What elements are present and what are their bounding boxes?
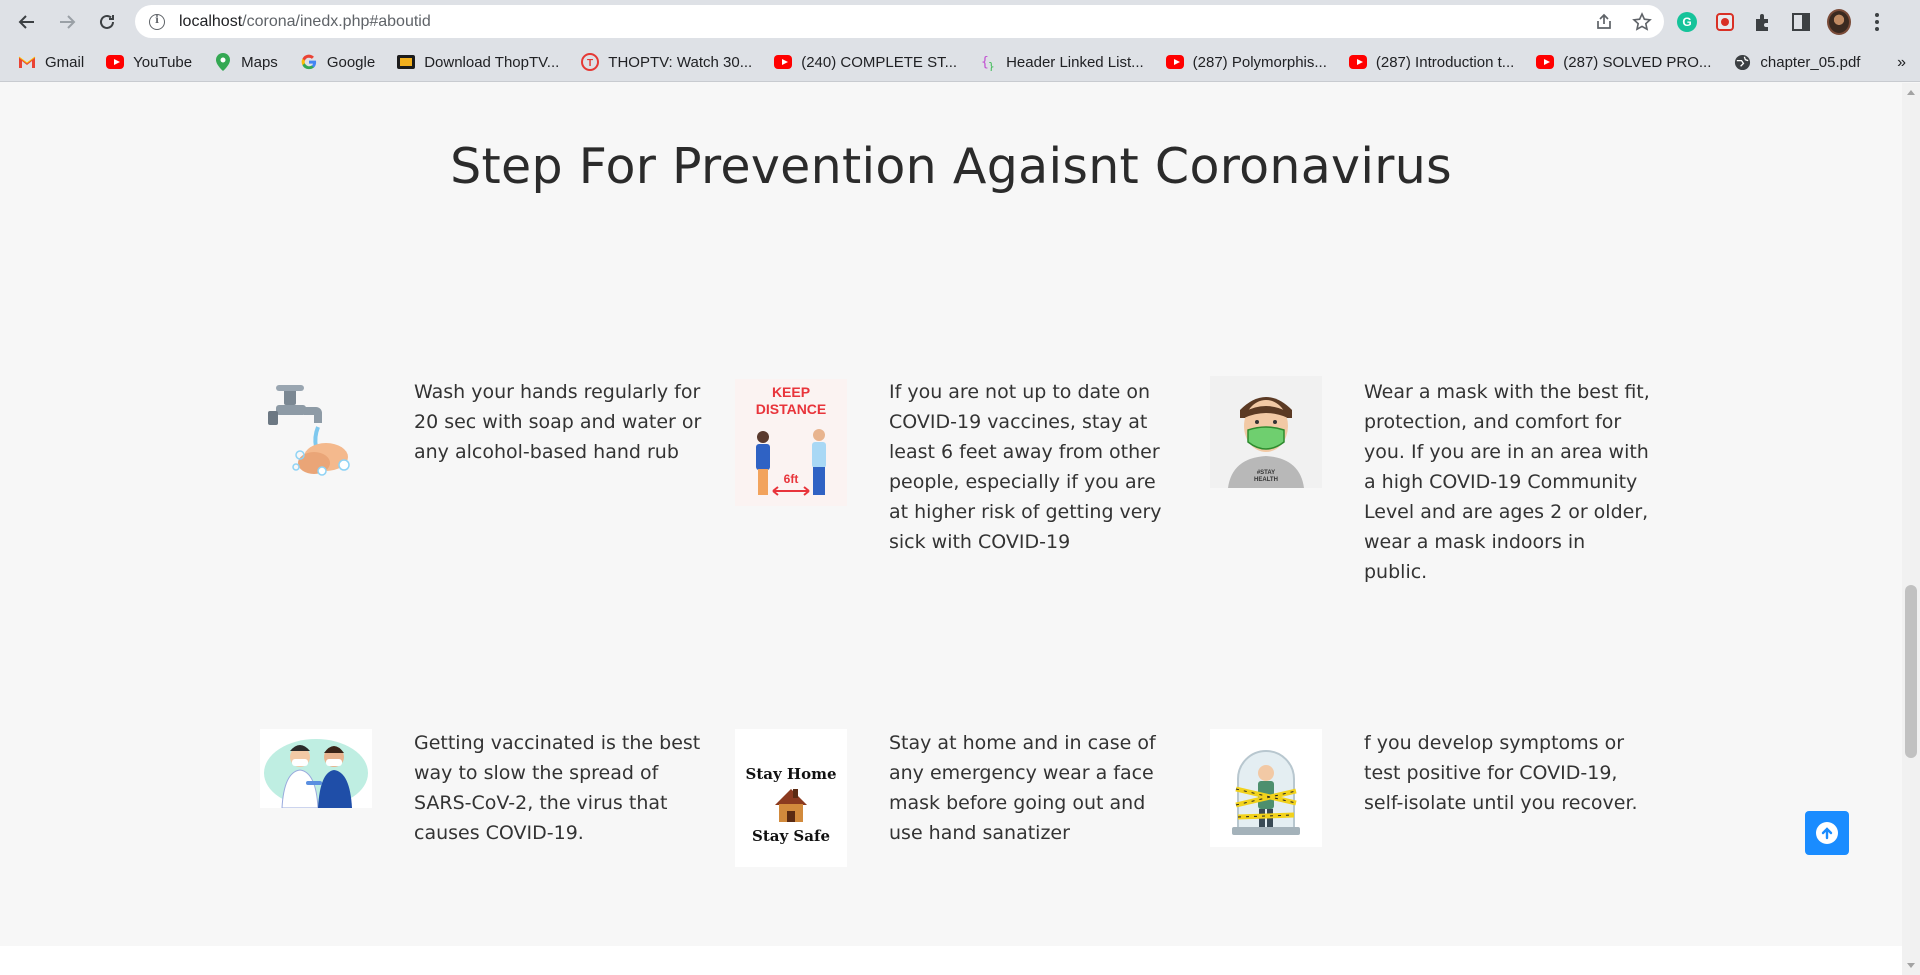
page-content: Step For Prevention Agaisnt Coronavirus … [0, 83, 1902, 975]
bookmarks-overflow-button[interactable]: » [1897, 43, 1906, 82]
extension-red[interactable] [1713, 10, 1737, 34]
prevention-text-1: Wash your hands regularly for 20 sec wit… [414, 381, 702, 463]
svg-text:}: } [988, 60, 995, 71]
scroll-to-top-button[interactable] [1805, 811, 1849, 855]
globe-icon [1733, 53, 1751, 71]
vertical-scrollbar[interactable] [1902, 83, 1920, 975]
bookmark-label: YouTube [133, 53, 193, 71]
mask-man-image: #STAY HEALTH [1210, 376, 1322, 488]
bookmarks-bar: Gmail YouTube Maps Google Download ThopTV...… [0, 43, 1920, 82]
bookmark-label: Download ThopTV... [424, 53, 560, 71]
bookmark-label: Google [326, 53, 376, 71]
thoptv-icon [397, 53, 416, 71]
keep-distance-image: KEEP DISTANCE 6ft [735, 379, 847, 506]
google-icon [300, 53, 318, 71]
bookmark-item[interactable]: chapter_05.pdf [1733, 53, 1860, 71]
side-panel-icon [1792, 12, 1810, 31]
avatar [1827, 8, 1851, 35]
bookmark-item[interactable]: Maps [214, 53, 278, 71]
profile-button[interactable] [1827, 8, 1851, 35]
stay-safe-label: Stay Safe [752, 827, 830, 845]
health-label: HEALTH [1254, 477, 1278, 483]
youtube-icon [774, 53, 793, 71]
url-path: /corona/inedx.php#aboutid [242, 12, 431, 30]
distance-label: DISTANCE [756, 401, 827, 417]
vaccination-image [260, 729, 372, 808]
bookmark-item[interactable]: YouTube [106, 53, 192, 71]
youtube-icon [1165, 53, 1184, 71]
svg-text:T: T [587, 58, 593, 69]
six-ft-label: 6ft [784, 472, 799, 486]
gmail-icon [18, 53, 36, 71]
prevention-text-3: Wear a mask with the best fit, protectio… [1364, 381, 1650, 583]
isolation-image [1210, 729, 1322, 847]
menu-button[interactable] [1865, 10, 1889, 34]
bookmark-star-icon[interactable] [1632, 11, 1652, 32]
bookmark-label: chapter_05.pdf [1760, 53, 1861, 71]
bookmark-label: (287) Polymorphis... [1192, 53, 1327, 71]
stay-home-label: Stay Home [745, 765, 836, 783]
reload-button[interactable] [87, 0, 127, 43]
scrollbar-thumb[interactable] [1905, 585, 1917, 758]
puzzle-icon [1756, 13, 1768, 31]
thoptv-red-icon: T [581, 53, 600, 71]
maps-icon [214, 53, 232, 71]
bookmark-label: THOPTV: Watch 30... [608, 53, 753, 71]
bookmark-item[interactable]: Google [300, 53, 375, 71]
back-arrow-icon [18, 14, 34, 29]
address-bar[interactable]: i localhost/corona/inedx.php#aboutid [135, 5, 1664, 38]
site-info-icon[interactable]: i [149, 13, 165, 30]
prevention-text-4: Getting vaccinated is the best way to sl… [414, 732, 701, 844]
youtube-icon [1348, 53, 1367, 71]
bookmark-item[interactable]: (287) SOLVED PRO... [1536, 53, 1711, 71]
side-panel-button[interactable] [1789, 10, 1813, 34]
handwash-image [260, 375, 372, 487]
bookmark-label: Maps [241, 53, 278, 71]
bookmark-label: (287) Introduction t... [1375, 53, 1515, 71]
youtube-icon [106, 53, 125, 71]
grammarly-extension[interactable]: G [1675, 10, 1699, 34]
bookmark-item[interactable]: (287) Polymorphis... [1165, 53, 1327, 71]
bookmark-item[interactable]: Download ThopTV... [397, 53, 559, 71]
grammarly-icon: G [1677, 11, 1697, 32]
extensions-button[interactable] [1751, 10, 1775, 34]
braces-icon: {} [979, 53, 997, 71]
youtube-icon [1536, 53, 1555, 71]
bookmark-label: (287) SOLVED PRO... [1563, 53, 1712, 71]
page-title: Step For Prevention Agaisnt Coronavirus [450, 138, 1452, 195]
prevention-text-6: f you develop symptoms or test positive … [1364, 732, 1638, 814]
scroll-up-arrow-icon[interactable] [1907, 90, 1915, 95]
bookmark-label: Gmail [45, 53, 85, 71]
share-icon[interactable] [1594, 12, 1614, 32]
prevention-text-2: If you are not up to date on COVID-19 va… [889, 381, 1162, 553]
stay-label: #STAY [1257, 470, 1275, 476]
url-text[interactable]: localhost/corona/inedx.php#aboutid [179, 13, 431, 31]
browser-toolbar: i localhost/corona/inedx.php#aboutid G [0, 0, 1920, 43]
reload-icon [100, 14, 114, 29]
footer-edge [0, 946, 1902, 975]
back-button[interactable] [7, 0, 47, 43]
bookmark-item[interactable]: (240) COMPLETE ST... [774, 53, 957, 71]
stay-home-image: Stay Home Stay Safe [735, 729, 847, 867]
url-host: localhost [179, 12, 243, 30]
bookmark-item[interactable]: (287) Introduction t... [1348, 53, 1515, 71]
bookmark-label: Header Linked List... [1006, 53, 1144, 71]
forward-arrow-icon [60, 14, 76, 29]
bookmark-item[interactable]: {} Header Linked List... [979, 53, 1144, 72]
scroll-down-arrow-icon[interactable] [1907, 963, 1915, 968]
bookmark-item[interactable]: T THOPTV: Watch 30... [581, 53, 752, 71]
kebab-menu-icon [1875, 12, 1879, 31]
prevention-text-5: Stay at home and in case of any emergenc… [889, 732, 1156, 844]
red-extension-icon [1716, 12, 1734, 31]
forward-button[interactable] [47, 0, 87, 43]
arrow-up-icon [1816, 822, 1838, 844]
bookmark-item[interactable]: Gmail [18, 53, 84, 71]
bookmark-label: (240) COMPLETE ST... [801, 53, 958, 71]
keep-label: KEEP [772, 384, 810, 400]
